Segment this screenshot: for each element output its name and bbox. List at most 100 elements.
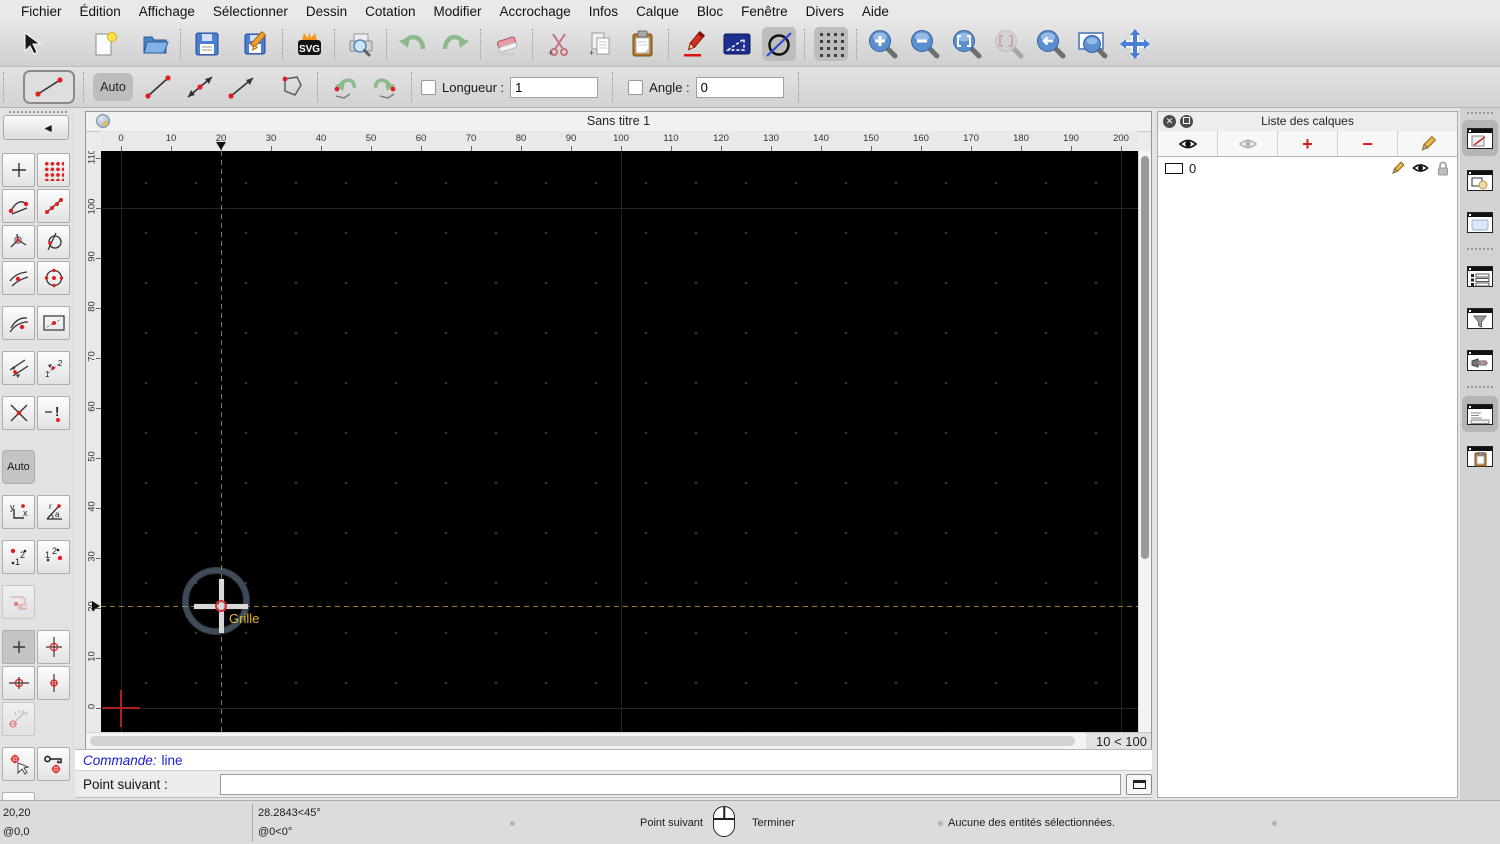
undo-segment-button[interactable] xyxy=(327,70,361,104)
save-as-button[interactable] xyxy=(240,27,274,61)
toolbar-handle[interactable] xyxy=(1467,112,1493,114)
pen-wizard-dock-button[interactable] xyxy=(1462,342,1498,378)
menu-modifier[interactable]: Modifier xyxy=(424,4,490,19)
eraser-button[interactable] xyxy=(490,27,524,61)
snap-reference-button[interactable] xyxy=(37,306,70,340)
menu-fichier[interactable]: Fichier xyxy=(12,4,71,19)
draft-pen-button[interactable] xyxy=(678,27,712,61)
horizontal-scrollbar[interactable] xyxy=(86,732,1086,750)
line-segment-button[interactable] xyxy=(141,70,175,104)
restrict-numbered-button[interactable]: 12 xyxy=(37,351,70,385)
line-arrow-button[interactable] xyxy=(225,70,259,104)
set-relative-zero-button[interactable] xyxy=(2,747,35,781)
snap-grid-button[interactable] xyxy=(37,153,70,187)
add-layer-button[interactable]: + xyxy=(1278,131,1338,156)
snap-tangent-button[interactable] xyxy=(37,225,70,259)
reference-point-2-1-button[interactable]: 12 xyxy=(37,540,70,574)
vertical-scrollbar-thumb[interactable] xyxy=(1141,156,1149,559)
entity-info-dock-button[interactable] xyxy=(1462,258,1498,294)
remove-layer-button[interactable]: − xyxy=(1338,131,1398,156)
command-input[interactable] xyxy=(219,773,1122,795)
toolbar-handle[interactable] xyxy=(8,111,67,113)
close-polyline-button[interactable] xyxy=(275,70,309,104)
line-two-arrows-button[interactable] xyxy=(183,70,217,104)
length-input[interactable] xyxy=(510,76,599,98)
command-widget-dock-button[interactable] xyxy=(1462,396,1498,432)
snap-nothing-button[interactable]: ! xyxy=(37,396,70,430)
layer-list-dock-button[interactable] xyxy=(1462,120,1498,156)
coordinate-polar-button[interactable]: ra xyxy=(37,495,70,529)
redo-button[interactable] xyxy=(438,27,472,61)
angle-checkbox[interactable] xyxy=(628,79,644,95)
save-button[interactable] xyxy=(190,27,224,61)
menu-calque[interactable]: Calque xyxy=(627,4,688,19)
coordinate-cartesian-button[interactable]: yx xyxy=(2,495,35,529)
library-browser-dock-button[interactable] xyxy=(1462,204,1498,240)
angle-gauge-button[interactable] xyxy=(2,702,35,736)
new-file-button[interactable] xyxy=(88,27,122,61)
zoom-out-button[interactable] xyxy=(908,27,942,61)
horizontal-scrollbar-thumb[interactable] xyxy=(90,736,1075,746)
zoom-pan-button[interactable] xyxy=(1118,27,1152,61)
menu-cotation[interactable]: Cotation xyxy=(356,4,424,19)
clipboard-dock-button[interactable] xyxy=(1462,438,1498,474)
menu-bloc[interactable]: Bloc xyxy=(688,4,732,19)
hide-all-layers-button[interactable] xyxy=(1218,131,1278,156)
length-checkbox[interactable] xyxy=(421,79,436,95)
menu-dessin[interactable]: Dessin xyxy=(297,4,356,19)
vertical-scrollbar[interactable] xyxy=(1138,151,1151,732)
zoom-in-button[interactable] xyxy=(866,27,900,61)
collapse-palette-button[interactable]: ◄ xyxy=(3,115,69,140)
undo-button[interactable] xyxy=(396,27,430,61)
document-title-bar[interactable]: Sans titre 1 xyxy=(86,112,1151,132)
zoom-auto-button[interactable] xyxy=(950,27,984,61)
redo-segment-button[interactable] xyxy=(369,70,403,104)
print-preview-button[interactable] xyxy=(344,27,378,61)
zoom-window-button[interactable] xyxy=(1076,27,1110,61)
zoom-selected-button[interactable] xyxy=(992,27,1026,61)
snap-intersection-button[interactable] xyxy=(2,396,35,430)
snap-middle-button[interactable] xyxy=(2,261,35,295)
menu-fenetre[interactable]: Fenêtre xyxy=(732,4,797,19)
menu-accrochage[interactable]: Accrochage xyxy=(490,4,579,19)
layer-lock-toggle[interactable] xyxy=(1436,160,1450,176)
restrict-orthogonal-button[interactable] xyxy=(2,351,35,385)
drawing-canvas[interactable]: Grille xyxy=(101,151,1138,732)
export-svg-button[interactable]: SVG xyxy=(292,27,326,61)
show-all-layers-button[interactable] xyxy=(1158,131,1218,156)
menu-edition[interactable]: Édition xyxy=(71,4,130,19)
menu-aide[interactable]: Aide xyxy=(853,4,898,19)
layer-edit-button[interactable] xyxy=(1390,160,1405,176)
relative-zero-vertical-button[interactable] xyxy=(37,630,70,664)
snap-on-entity-button[interactable] xyxy=(37,189,70,223)
selection-filter-dock-button[interactable] xyxy=(1462,300,1498,336)
line-auto-button[interactable]: Auto xyxy=(93,73,133,101)
snap-component-button[interactable] xyxy=(2,585,35,619)
open-file-button[interactable] xyxy=(138,27,172,61)
menu-divers[interactable]: Divers xyxy=(797,4,853,19)
cut-button[interactable]: + xyxy=(542,27,576,61)
menu-infos[interactable]: Infos xyxy=(580,4,627,19)
relative-zero-plus-button[interactable] xyxy=(2,630,35,664)
snap-perpendicular-button[interactable] xyxy=(2,225,35,259)
grid-toggle[interactable] xyxy=(814,27,848,61)
layer-visibility-toggle[interactable] xyxy=(1412,162,1429,174)
paste-button[interactable] xyxy=(626,27,660,61)
reference-point-1-2-button[interactable]: 12 xyxy=(2,540,35,574)
menu-selectionner[interactable]: Sélectionner xyxy=(204,4,297,19)
snap-distance-button[interactable] xyxy=(2,306,35,340)
snap-endpoint-button[interactable] xyxy=(2,189,35,223)
menu-affichage[interactable]: Affichage xyxy=(130,4,204,19)
relative-zero-horizontal-button[interactable] xyxy=(2,666,35,700)
edit-layer-button[interactable] xyxy=(1398,131,1457,156)
select-arrow-button[interactable] xyxy=(14,27,48,61)
snap-center-button[interactable] xyxy=(37,261,70,295)
command-fullscreen-button[interactable] xyxy=(1126,773,1152,795)
layer-color-swatch[interactable] xyxy=(1165,162,1183,174)
zoom-previous-button[interactable] xyxy=(1034,27,1068,61)
copy-button[interactable]: + xyxy=(584,27,618,61)
draw-order-button[interactable] xyxy=(720,27,754,61)
layer-row[interactable]: 0 xyxy=(1158,157,1457,179)
relative-zero-point-button[interactable] xyxy=(37,666,70,700)
snap-free-button[interactable] xyxy=(2,153,35,187)
